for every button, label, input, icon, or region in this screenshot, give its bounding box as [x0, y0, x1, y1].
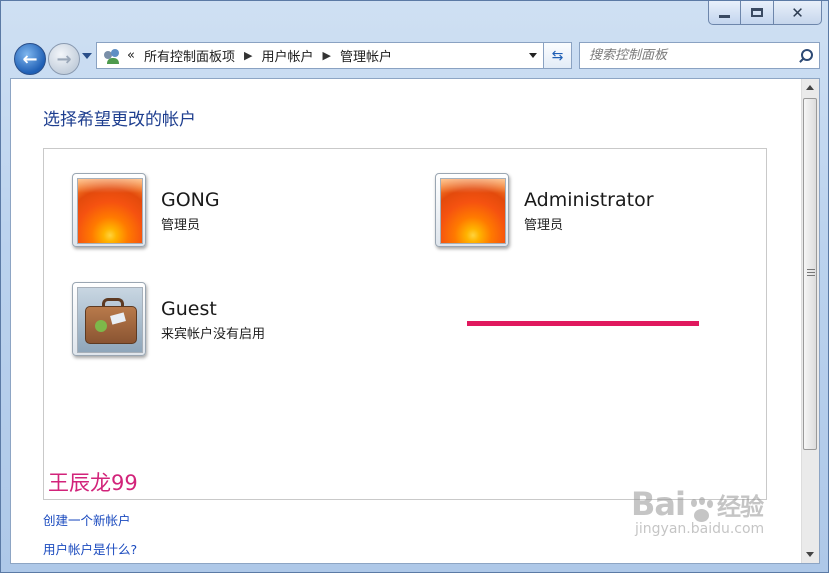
- minimize-button[interactable]: [708, 1, 741, 25]
- address-bar[interactable]: « 所有控制面板项 ▶ 用户帐户 ▶ 管理帐户: [96, 42, 544, 69]
- paw-icon: [687, 496, 715, 525]
- flower-picture-icon: [77, 178, 143, 244]
- account-type: 管理员: [161, 218, 201, 233]
- account-type: 管理员: [524, 218, 564, 233]
- caption-buttons: ✕: [708, 1, 822, 25]
- suitcase-picture-icon: [77, 287, 143, 353]
- highlight-underline: [467, 321, 699, 326]
- address-dropdown-icon[interactable]: [529, 53, 537, 58]
- account-gong[interactable]: GONG 管理员: [72, 173, 220, 247]
- search-box[interactable]: [579, 42, 820, 69]
- close-button[interactable]: ✕: [774, 1, 822, 25]
- account-picture[interactable]: [435, 173, 509, 247]
- recent-pages-dropdown[interactable]: [82, 53, 92, 59]
- account-guest[interactable]: Guest 来宾帐户没有启用: [72, 282, 265, 356]
- account-picture[interactable]: [72, 282, 146, 356]
- baidu-logo-text: Bai: [631, 485, 686, 523]
- author-annotation: 王辰龙99: [48, 471, 138, 495]
- account-type: 来宾帐户没有启用: [161, 327, 266, 342]
- what-is-account-link[interactable]: 用户帐户是什么?: [43, 539, 137, 558]
- maximize-icon: [751, 8, 763, 17]
- scroll-up-icon[interactable]: [806, 85, 814, 90]
- search-input[interactable]: [587, 47, 797, 64]
- arrow-right-icon: →: [56, 48, 72, 70]
- maximize-button[interactable]: [741, 1, 774, 25]
- content-area: 选择希望更改的帐户 GONG 管理员 Administrator 管理员 Gue…: [10, 78, 820, 564]
- page-title: 选择希望更改的帐户: [43, 110, 196, 130]
- baidu-logo-suffix: 经验: [716, 493, 764, 521]
- breadcrumb-overflow[interactable]: «: [127, 48, 135, 63]
- refresh-icon: ⇆: [551, 47, 564, 64]
- breadcrumb-all-items[interactable]: 所有控制面板项: [144, 46, 235, 65]
- back-button[interactable]: ←: [14, 43, 46, 75]
- account-name[interactable]: Guest: [161, 298, 265, 320]
- forward-button[interactable]: →: [48, 43, 80, 75]
- flower-picture-icon: [440, 178, 506, 244]
- arrow-left-icon: ←: [22, 48, 38, 70]
- breadcrumb-arrow-icon[interactable]: ▶: [244, 49, 252, 62]
- account-picture[interactable]: [72, 173, 146, 247]
- user-accounts-icon: [103, 48, 121, 64]
- grip-icon: [807, 269, 815, 276]
- account-name[interactable]: GONG: [161, 189, 220, 211]
- scroll-thumb[interactable]: [803, 98, 817, 450]
- minimize-icon: [719, 15, 730, 18]
- scroll-down-icon[interactable]: [806, 552, 814, 557]
- account-name[interactable]: Administrator: [524, 189, 654, 211]
- breadcrumb-manage-accounts[interactable]: 管理帐户: [340, 46, 392, 65]
- baidu-watermark: Bai 经验 jingyan.baidu.com: [631, 485, 764, 537]
- close-icon: ✕: [791, 3, 804, 22]
- refresh-button[interactable]: ⇆: [544, 42, 572, 69]
- search-icon[interactable]: [797, 48, 813, 64]
- create-account-link[interactable]: 创建一个新帐户: [43, 510, 131, 529]
- breadcrumb-arrow-icon[interactable]: ▶: [322, 49, 330, 62]
- vertical-scrollbar[interactable]: [801, 79, 819, 563]
- account-administrator[interactable]: Administrator 管理员: [435, 173, 654, 247]
- breadcrumb-user-accounts[interactable]: 用户帐户: [261, 46, 313, 65]
- accounts-panel: GONG 管理员 Administrator 管理员 Guest 来宾帐户没有启…: [43, 148, 767, 500]
- control-panel-window: ✕ ← → « 所有控制面板项 ▶ 用户帐户 ▶ 管理帐户 ⇆ 选择希望更改的帐…: [0, 0, 829, 573]
